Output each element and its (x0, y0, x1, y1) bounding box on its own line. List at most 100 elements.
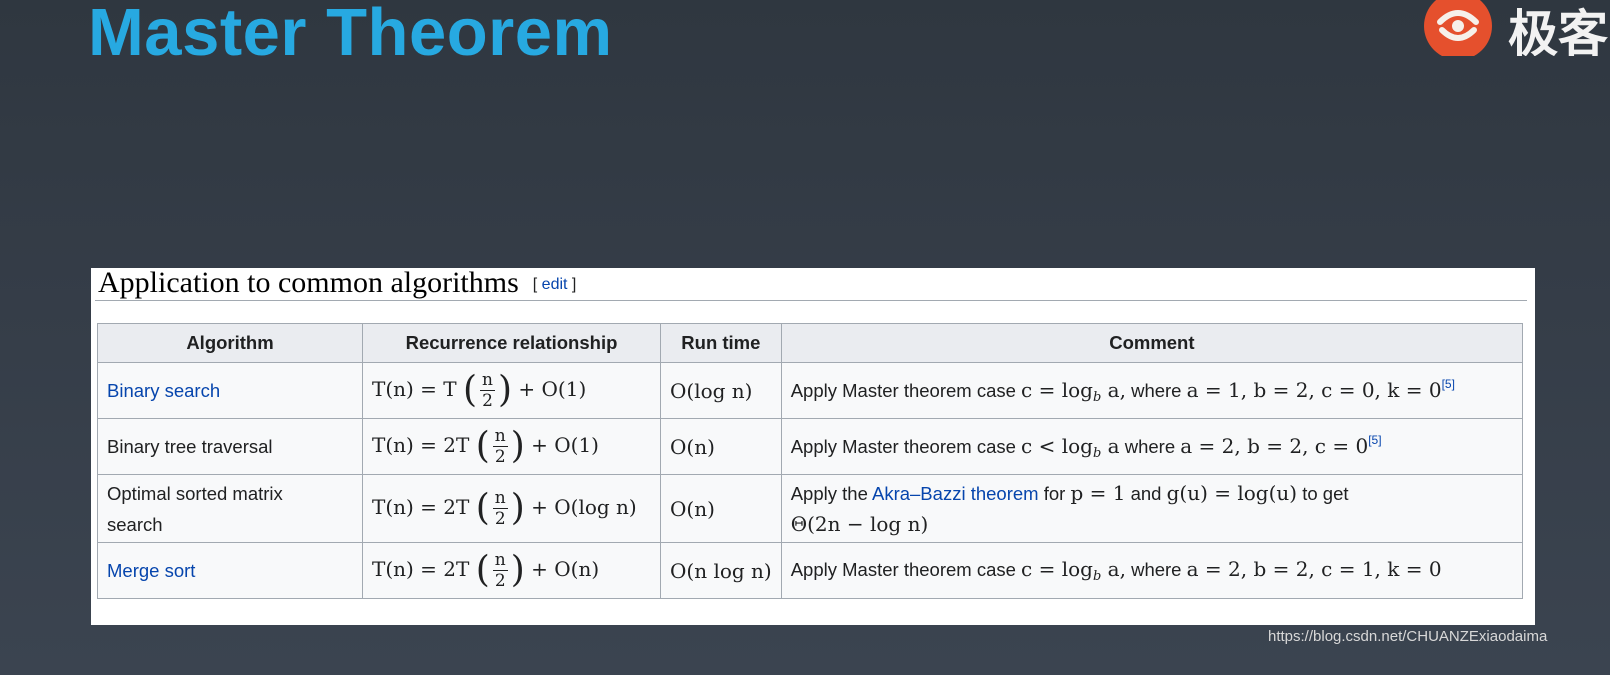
fraction-numerator: n (480, 370, 495, 391)
runtime-cell: O(n log n) (660, 542, 782, 599)
fraction-numerator: n (492, 488, 508, 509)
fraction: n2 (492, 488, 508, 529)
wiki-panel: Application to common algorithms [ edit ]… (91, 266, 1535, 625)
paren-open: ( (475, 549, 490, 591)
algorithm-link[interactable]: Merge sort (107, 560, 195, 581)
comment-text: Apply Master theorem case (790, 559, 1016, 580)
comment-cell: Apply Master theorem case c < logb a whe… (780, 418, 1524, 475)
math-part: a, (1101, 557, 1126, 581)
edit-link[interactable]: edit (542, 276, 568, 293)
comment-text: where (1131, 379, 1182, 401)
recurrence-formula: T(n) = 2T (n 2) + O(log n) (372, 488, 637, 529)
comment-math: g(u) = log(u) (1166, 480, 1298, 505)
recurrence-rhs: + O(1) (531, 433, 599, 457)
citation-link[interactable]: [5] (1442, 377, 1455, 391)
paren-open: ( (475, 487, 490, 529)
runtime-formula: O(n log n) (670, 558, 772, 583)
recurrence-cell: T(n) = T (n 2) + O(1) (362, 362, 661, 419)
math-part: a (1101, 433, 1120, 458)
comment-math: c = logb a, (1021, 557, 1126, 584)
column-header: Algorithm (97, 323, 363, 363)
runtime-cell: O(log n) (660, 362, 782, 419)
table-row: Binary tree traversal T(n) = 2T (n 2) + O… (97, 418, 1524, 475)
table-row: Binary search T(n) = T (n 2) + O(1) O(log… (97, 362, 1524, 419)
fraction: n2 (480, 370, 495, 411)
edit-bracket-open: [ (532, 276, 542, 293)
column-header: Run time (660, 323, 782, 363)
algorithm-cell: Merge sort (97, 542, 363, 599)
comment-text: Apply Master theorem case (790, 379, 1016, 401)
algorithm-name: Optimal sorted matrix search (107, 482, 283, 535)
comment-line: Θ(2n − log n) (791, 509, 1513, 540)
recurrence-lhs: T(n) = T (372, 377, 457, 401)
fraction: n2 (492, 550, 508, 591)
table-header-row: Algorithm Recurrence relationship Run ti… (97, 323, 1524, 363)
comment-math: Θ(2n − log n) (790, 511, 929, 536)
recurrence-cell: T(n) = 2T (n 2) + O(1) (362, 418, 661, 475)
comment-line: Apply the Akra–Bazzi theorem for p = 1 a… (791, 478, 1513, 509)
paren-close: ) (510, 487, 525, 529)
recurrence-formula: T(n) = 2T (n 2) + O(n) (372, 550, 600, 591)
math-part: c = log (1021, 557, 1093, 581)
runtime-cell: O(n) (660, 418, 782, 475)
comment-math: a = 2, b = 2, c = 1, k = 0 (1186, 557, 1442, 581)
runtime-formula: O(n) (670, 496, 715, 521)
comment-text: Apply the (790, 482, 868, 504)
comment-cell: Apply Master theorem case c = logb a, wh… (780, 542, 1524, 599)
table-row: Merge sort T(n) = 2T (n 2) + O(n) O(n log… (97, 542, 1524, 599)
fraction-numerator: n (492, 426, 508, 447)
algorithm-cell: Binary tree traversal (97, 418, 363, 475)
comment-math: c < logb a (1021, 433, 1120, 461)
akra-bazzi-link[interactable]: Akra–Bazzi theorem (872, 483, 1039, 504)
paren-close: ) (510, 549, 525, 591)
brand-logo: 极客 (1418, 0, 1610, 56)
fraction-denominator: 2 (494, 571, 506, 591)
runtime-cell: O(n) (660, 474, 782, 543)
runtime-formula: O(n) (670, 434, 715, 459)
heading-divider (95, 300, 1527, 301)
algorithm-link[interactable]: Binary search (107, 380, 220, 401)
edit-section: [ edit ] (533, 276, 577, 293)
citation-link[interactable]: [5] (1368, 433, 1381, 447)
comment-text: where (1131, 559, 1182, 580)
fraction-denominator: 2 (482, 391, 493, 411)
recurrence-formula: T(n) = 2T (n 2) + O(1) (372, 426, 599, 467)
paren-open: ( (463, 369, 478, 411)
comment-text: for (1043, 482, 1066, 504)
algorithms-table: Algorithm Recurrence relationship Run ti… (97, 323, 1524, 599)
table-row: Optimal sorted matrix search T(n) = 2T (… (97, 474, 1524, 543)
recurrence-lhs: T(n) = 2T (372, 557, 470, 581)
comment-text: to get (1302, 482, 1349, 504)
fraction-denominator: 2 (494, 509, 506, 529)
runtime-formula: O(log n) (670, 378, 753, 403)
recurrence-cell: T(n) = 2T (n 2) + O(log n) (362, 474, 661, 543)
column-header: Comment (780, 323, 1524, 363)
paren-close: ) (498, 369, 513, 411)
recurrence-cell: T(n) = 2T (n 2) + O(n) (362, 542, 661, 599)
comment-text: and (1130, 482, 1162, 504)
recurrence-rhs: + O(n) (531, 557, 600, 581)
comment-cell: Apply Master theorem case c = logb a, wh… (780, 362, 1524, 419)
watermark: https://blog.csdn.net/CHUANZExiaodaima (1268, 628, 1548, 645)
fraction: n2 (492, 426, 508, 467)
edit-bracket-close: ] (567, 276, 577, 293)
logo-text: 极客 (1508, 5, 1608, 56)
paren-close: ) (510, 425, 525, 467)
recurrence-formula: T(n) = T (n 2) + O(1) (372, 370, 587, 411)
comment-cell: Apply the Akra–Bazzi theorem for p = 1 a… (780, 474, 1524, 543)
fraction-denominator: 2 (494, 447, 506, 467)
paren-open: ( (475, 425, 490, 467)
math-part: c = log (1021, 377, 1093, 402)
section-heading-text: Application to common algorithms (98, 266, 519, 299)
comment-text: where (1124, 435, 1176, 457)
recurrence-rhs: + O(1) (518, 377, 587, 401)
recurrence-lhs: T(n) = 2T (372, 495, 470, 519)
math-part: c < log (1021, 433, 1093, 458)
math-part: a, (1101, 377, 1126, 402)
slide-title: Master Theorem (88, 0, 613, 70)
recurrence-rhs: + O(log n) (531, 495, 637, 519)
algorithm-cell: Binary search (97, 362, 363, 419)
column-header: Recurrence relationship (362, 323, 661, 363)
comment-text: Apply Master theorem case (790, 435, 1016, 457)
algorithm-cell: Optimal sorted matrix search (97, 474, 363, 543)
